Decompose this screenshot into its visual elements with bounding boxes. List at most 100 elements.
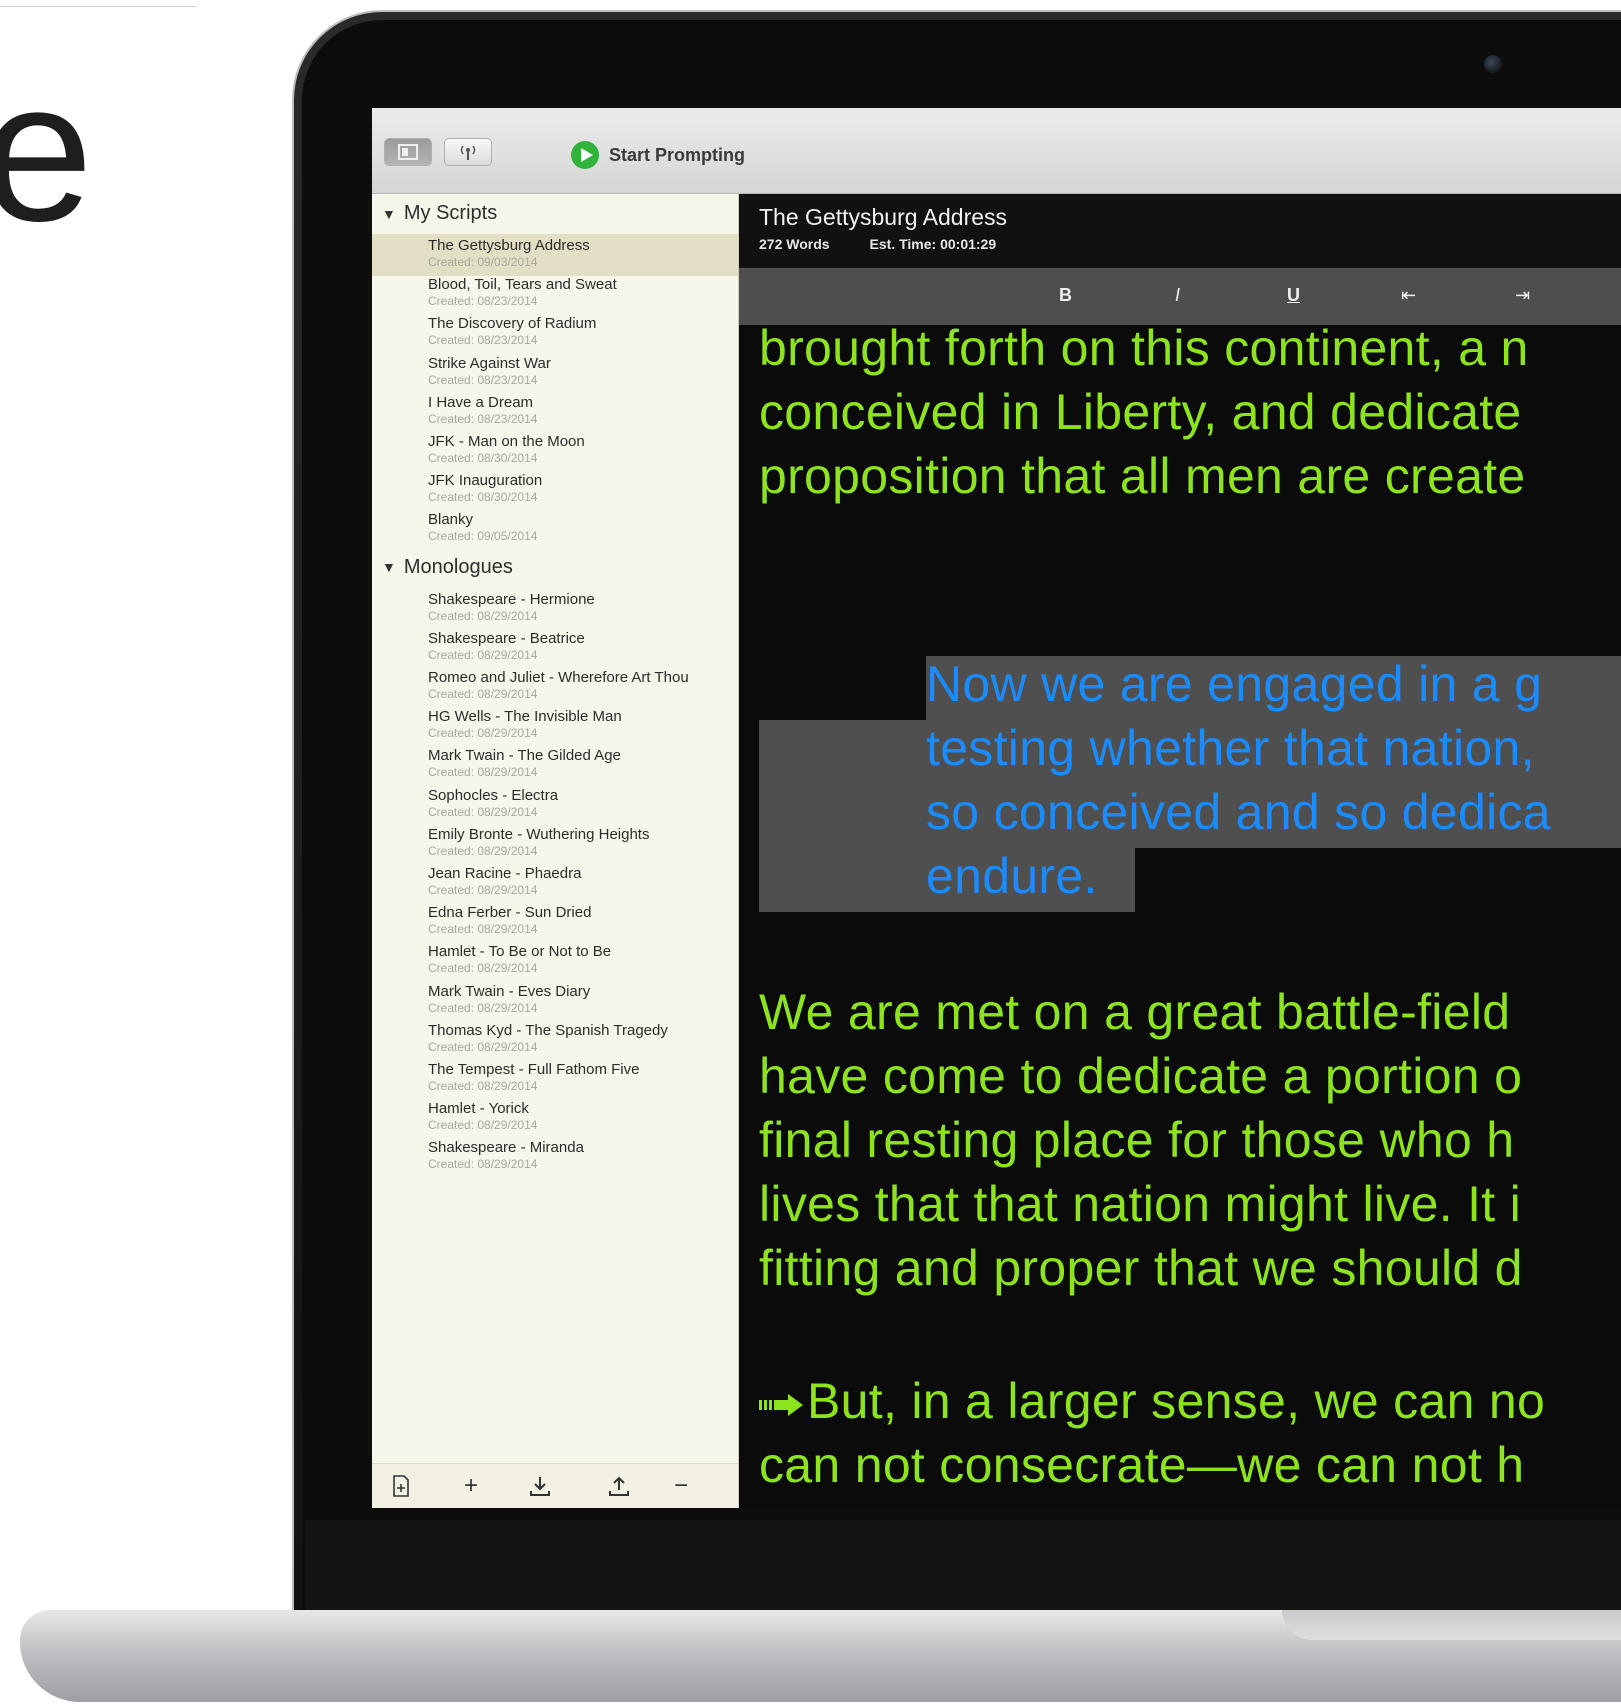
script-created-date: Created: 08/29/2014	[428, 765, 538, 780]
prompt-line: testing whether that nation,	[926, 720, 1535, 776]
script-list-item[interactable]: The Discovery of Radium Created: 08/23/20…	[372, 312, 738, 354]
prompt-line: can not consecrate—we can not h	[759, 1437, 1525, 1493]
script-list-item[interactable]: Blood, Toil, Tears and Sweat Created: 08/…	[372, 273, 738, 315]
camera-icon	[1484, 55, 1502, 73]
play-icon	[571, 141, 599, 169]
laptop-notch	[1282, 1610, 1621, 1640]
script-created-date: Created: 08/29/2014	[428, 687, 538, 701]
script-list-item[interactable]: The Gettysburg Address Created: 09/03/201…	[372, 234, 738, 276]
script-created-date: Created: 08/23/2014	[428, 294, 538, 309]
start-prompting-button[interactable]: Start Prompting	[571, 141, 745, 169]
sidebar-group-header[interactable]: ▼ My Scripts	[382, 202, 497, 225]
sidebar-footer: + −	[372, 1463, 738, 1508]
disclosure-triangle-icon[interactable]: ▼	[382, 559, 396, 575]
paragraph[interactable]: But, in a larger sense, we can no can no…	[759, 1369, 1621, 1508]
script-title: I Have a Dream	[428, 393, 534, 411]
script-title: Jean Racine - Phaedra	[428, 865, 582, 882]
script-title: Romeo and Juliet - Wherefore Art Thou	[428, 669, 689, 686]
prompt-line: so conceived and so dedica	[926, 784, 1551, 840]
script-list-item[interactable]: Emily Bronte - Wuthering Heights Created:…	[372, 823, 738, 865]
script-list-item[interactable]: Hamlet - To Be or Not to Be Created: 08/2…	[372, 940, 738, 982]
italic-button[interactable]: I	[1175, 285, 1180, 306]
script-created-date: Created: 08/29/2014	[428, 726, 538, 741]
script-list-item[interactable]: Edna Ferber - Sun Dried Created: 08/29/20…	[372, 901, 738, 943]
script-list-item[interactable]: Romeo and Juliet - Wherefore Art Thou Cre…	[372, 666, 738, 708]
prompt-line: But, in a larger sense, we can no	[759, 1369, 1621, 1433]
disclosure-triangle-icon[interactable]: ▼	[382, 206, 396, 222]
sidebar-icon[interactable]	[384, 138, 432, 166]
export-icon[interactable]	[604, 1472, 634, 1500]
script-title: The Gettysburg Address	[428, 237, 590, 254]
prompt-line: fitting and proper that we should d	[759, 1240, 1523, 1296]
sidebar-group-label: Monologues	[403, 555, 513, 578]
script-list-item[interactable]: Shakespeare - Hermione Created: 08/29/201…	[372, 588, 738, 630]
bold-button[interactable]: B	[1059, 285, 1072, 306]
plus-icon[interactable]: +	[456, 1472, 486, 1500]
script-list-item[interactable]: Shakespeare - Beatrice Created: 08/29/201…	[372, 627, 738, 669]
script-created-date: Created: 08/30/2014	[428, 451, 538, 465]
prompt-line: endure.	[926, 848, 1098, 904]
prompt-line: lives that that nation might live. It i	[759, 1176, 1522, 1232]
script-created-date: Created: 08/23/2014	[428, 411, 538, 426]
antenna-icon[interactable]	[444, 138, 492, 166]
script-title: Mark Twain - Eves Diary	[428, 982, 591, 1000]
prompt-line: We are met on a great battle-field	[759, 984, 1511, 1040]
new-document-icon[interactable]	[386, 1472, 416, 1500]
selected-paragraph[interactable]: Now we are engaged in a g testing whethe…	[759, 652, 1621, 908]
minus-icon[interactable]: −	[666, 1472, 696, 1500]
toolbar: Start Prompting	[372, 108, 1621, 194]
script-title: The Discovery of Radium	[428, 315, 597, 333]
paragraph[interactable]: brought forth on this continent, a n con…	[759, 316, 1621, 508]
prompter-editor: The Gettysburg Address 272 Words Est. Ti…	[739, 194, 1621, 1508]
script-list-item[interactable]: Mark Twain - Eves Diary Created: 08/29/20…	[372, 980, 738, 1022]
script-list-item[interactable]: JFK Inauguration Created: 08/30/2014	[372, 469, 738, 511]
script-list-item[interactable]: Mark Twain - The Gilded Age Created: 08/2…	[372, 744, 738, 786]
prompt-line: Now we are engaged in a g	[926, 656, 1543, 712]
script-created-date: Created: 08/29/2014	[428, 961, 538, 976]
import-icon[interactable]	[525, 1472, 555, 1500]
script-list-item[interactable]: I Have a Dream Created: 08/23/2014	[372, 391, 738, 433]
indent-button[interactable]: ⇥	[1515, 285, 1530, 306]
script-title: Mark Twain - The Gilded Age	[428, 747, 621, 765]
script-title: Shakespeare - Miranda	[428, 1139, 584, 1157]
script-title: Sophocles - Electra	[428, 786, 559, 804]
script-list-item[interactable]: Strike Against War Created: 08/23/2014	[372, 352, 738, 394]
script-title: JFK - Man on the Moon	[428, 433, 585, 450]
sidebar-group-header[interactable]: ▼ Monologues	[382, 556, 513, 579]
script-list-item[interactable]: Shakespeare - Miranda Created: 08/29/2014	[372, 1136, 738, 1178]
script-list-item[interactable]: Thomas Kyd - The Spanish Tragedy Created:…	[372, 1019, 738, 1061]
script-list-item[interactable]: Blanky Created: 09/05/2014	[372, 508, 738, 550]
prompt-line: have come to dedicate a portion o	[759, 1048, 1523, 1104]
script-created-date: Created: 08/29/2014	[428, 608, 538, 623]
script-title: The Tempest - Full Fathom Five	[428, 1061, 640, 1078]
underline-button[interactable]: U	[1287, 285, 1300, 306]
app-window: Start Prompting + − ▼ My Scripts The Getty…	[372, 108, 1621, 1508]
script-title: Blanky	[428, 511, 474, 529]
script-title: The Gettysburg Address	[759, 204, 1008, 230]
script-list-item[interactable]: Hamlet - Yorick Created: 08/29/2014	[372, 1097, 738, 1139]
arrow-cue-icon	[759, 1393, 803, 1416]
outdent-button[interactable]: ⇤	[1401, 285, 1416, 306]
script-created-date: Created: 09/05/2014	[428, 529, 538, 544]
script-created-date: Created: 08/29/2014	[428, 1079, 538, 1093]
paragraph[interactable]: We are met on a great battle-field have …	[759, 980, 1621, 1300]
script-created-date: Created: 08/29/2014	[428, 883, 538, 897]
script-list-item[interactable]: JFK - Man on the Moon Created: 08/30/2014	[372, 430, 738, 472]
divider	[0, 6, 196, 7]
prompt-line: brought forth on this continent, a n	[759, 320, 1529, 376]
script-list-item[interactable]: HG Wells - The Invisible Man Created: 08/…	[372, 705, 738, 747]
script-title: Shakespeare - Beatrice	[428, 629, 585, 647]
word-count: 272 Words	[759, 236, 830, 252]
script-list-item[interactable]: The Tempest - Full Fathom Five Created: 0…	[372, 1058, 738, 1100]
script-created-date: Created: 08/30/2014	[428, 490, 538, 505]
sidebar-group-label: My Scripts	[403, 202, 498, 224]
script-created-date: Created: 08/29/2014	[428, 843, 538, 858]
prompt-line-text: But, in a larger sense, we can no	[807, 1373, 1546, 1429]
headline-fragment: e	[0, 40, 94, 263]
script-title: Edna Ferber - Sun Dried	[428, 904, 592, 922]
script-list-item[interactable]: Jean Racine - Phaedra Created: 08/29/2014	[372, 862, 738, 904]
prompt-line: proposition that all men are create	[759, 448, 1526, 504]
script-created-date: Created: 08/29/2014	[428, 804, 538, 819]
script-list-item[interactable]: Sophocles - Electra Created: 08/29/2014	[372, 784, 738, 826]
script-created-date: Created: 08/23/2014	[428, 333, 538, 348]
